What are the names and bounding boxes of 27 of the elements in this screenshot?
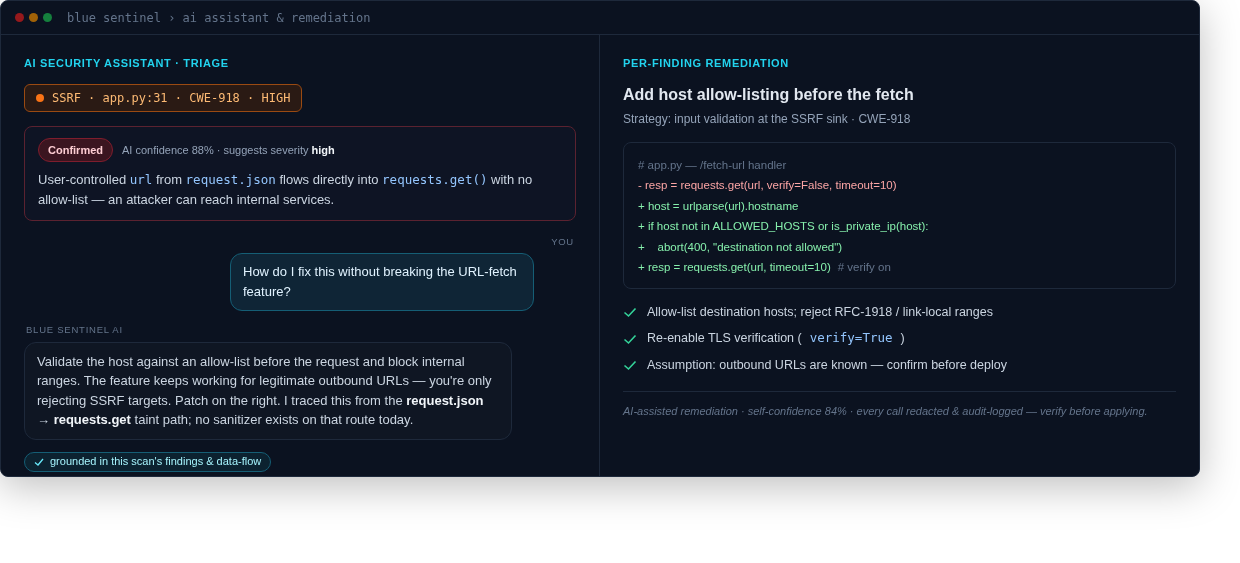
checklist-item: Re-enable TLS verification ( verify=True ) bbox=[647, 329, 905, 348]
finding-label: SSRF · app.py:31 · CWE-918 · HIGH bbox=[52, 89, 291, 107]
finding-description: User-controlled url from request.json flows directly into requests.get() with no allow-list — an attacker can reach internal services. bbox=[38, 171, 534, 209]
code-line: # app.py — /fetch-url handler bbox=[638, 157, 787, 173]
status-badge: Confirmed bbox=[38, 137, 113, 162]
confidence-text: AI confidence 88% · suggests severity high bbox=[122, 142, 335, 158]
user-message: How do I fix this without breaking the URL-fetch feature? bbox=[230, 253, 534, 312]
section-heading: PER-FINDING REMEDIATION bbox=[623, 56, 790, 71]
code-line: + abort(400, "destination not allowed") bbox=[638, 239, 843, 255]
code-line: + if host not in ALLOWED_HOSTS or is_private_ip(host): bbox=[638, 219, 929, 234]
checklist-item: Assumption: outbound URLs are known — confirm before deploy bbox=[647, 357, 1007, 374]
check-icon bbox=[623, 358, 637, 373]
grounding-text: grounded in this scan's findings & data-flow bbox=[50, 454, 262, 470]
code-line: + host = urlparse(url).hostname bbox=[638, 198, 799, 214]
code-line: + resp = requests.get(url, timeout=10) bbox=[638, 260, 831, 275]
assistant-message: Validate the host against an allow-list before the request and block internal ranges. The feature keeps working for legitimate outbound URLs — you're only rejecting SSRF targets. Patch on the right. I traced this from the request.json → requests.get taint path; no sanitizer exists on that route today. bbox=[24, 341, 512, 440]
strategy-text: Strategy: input validation at the SSRF sink · CWE-918 bbox=[623, 110, 912, 128]
code-comment: # verify on bbox=[837, 260, 891, 275]
footnote: AI-assisted remediation · self-confidence 84% · every call redacted & audit-logged — verify before applying. bbox=[623, 403, 1149, 419]
sender-label: BLUE SENTINEL AI bbox=[26, 323, 123, 338]
remediation-title: Add host allow-listing before the fetch bbox=[623, 84, 915, 105]
sender-label: YOU bbox=[551, 235, 574, 249]
section-heading: AI SECURITY ASSISTANT · TRIAGE bbox=[24, 56, 230, 71]
check-icon bbox=[34, 456, 44, 467]
window-title: blue sentinel › ai assistant & remediation bbox=[67, 9, 371, 27]
code-line: - resp = requests.get(url, verify=False, timeout=10) bbox=[638, 178, 897, 193]
checklist-item: Allow-list destination hosts; reject RFC-1918 / link-local ranges bbox=[647, 303, 993, 321]
